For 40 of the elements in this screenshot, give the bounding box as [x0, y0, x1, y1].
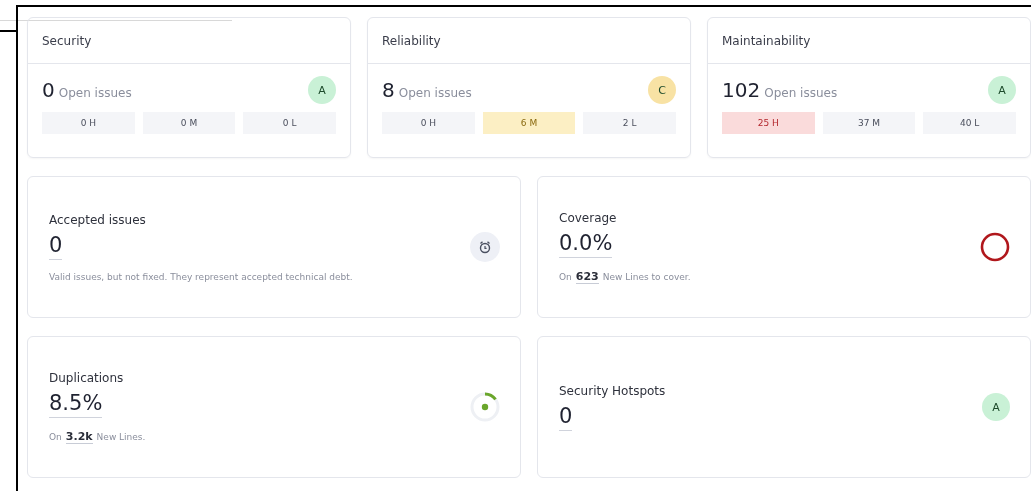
card-title: Maintainability [722, 33, 811, 48]
note-text: New Lines. [96, 431, 146, 442]
card-title: Security [42, 33, 92, 48]
count-label: Open issues [398, 86, 472, 100]
severity-chip[interactable]: 0 M [142, 112, 236, 134]
issue-count[interactable]: 102 [722, 78, 761, 102]
metric-value[interactable]: 0 [559, 403, 573, 431]
coverage-ring-icon [980, 232, 1010, 262]
metric-title: Accepted issues [49, 212, 146, 227]
severity-chip[interactable]: 0 H [382, 112, 475, 134]
count-label: Open issues [58, 86, 132, 100]
rating-badge: A [982, 393, 1010, 421]
lines-link[interactable]: 623 [575, 269, 599, 284]
metric-description: Valid issues, but not fixed. They represent accepted technical debt. [49, 271, 353, 282]
metric-value[interactable]: 0 [49, 232, 63, 260]
metric-title: Coverage [559, 210, 617, 225]
note-text: On [49, 431, 62, 442]
severity-chip[interactable]: 37 M [822, 112, 916, 134]
metric-title: Security Hotspots [559, 383, 666, 398]
severity-chip[interactable]: 0 L [243, 112, 336, 134]
note-text: New Lines to cover. [602, 271, 691, 282]
note-text: On [559, 271, 572, 282]
metric-value[interactable]: 0.0% [559, 230, 613, 258]
severity-chip[interactable]: 40 L [923, 112, 1016, 134]
card-title: Reliability [382, 33, 441, 48]
rating-badge: A [308, 76, 336, 104]
duplication-donut-icon [470, 392, 500, 422]
severity-chip[interactable]: 0 H [42, 112, 135, 134]
rating-badge: C [648, 76, 676, 104]
severity-chip[interactable]: 2 L [583, 112, 676, 134]
severity-chip[interactable]: 25 H [722, 112, 815, 134]
count-label: Open issues [764, 86, 838, 100]
lines-link[interactable]: 3.2k [65, 429, 93, 444]
issue-count[interactable]: 8 [382, 78, 395, 102]
severity-chip[interactable]: 6 M [482, 112, 576, 134]
rating-badge: A [988, 76, 1016, 104]
metric-value[interactable]: 8.5% [49, 390, 103, 418]
alarm-clock-icon [470, 232, 500, 262]
issue-count[interactable]: 0 [42, 78, 55, 102]
metric-title: Duplications [49, 370, 124, 385]
